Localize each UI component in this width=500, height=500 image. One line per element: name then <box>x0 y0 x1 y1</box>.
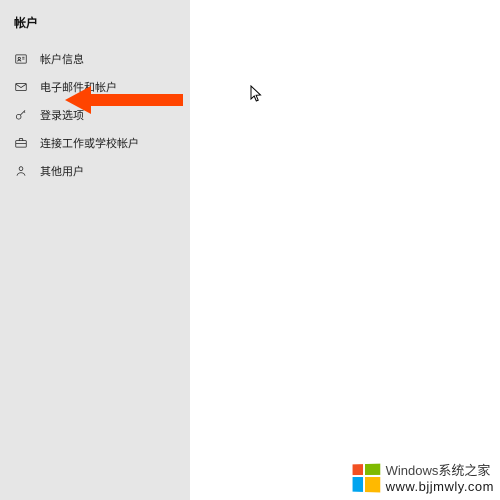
sidebar-item-signin-options[interactable]: 登录选项 <box>0 101 190 129</box>
watermark-brand: Windows <box>386 463 439 478</box>
person-icon <box>14 164 28 178</box>
briefcase-icon <box>14 136 28 150</box>
watermark: Windows系统之家 www.bjjmwly.com <box>352 460 494 494</box>
mail-icon <box>14 80 28 94</box>
sidebar-item-label: 电子邮件和帐户 <box>40 79 117 95</box>
key-icon <box>14 108 28 122</box>
main-content <box>190 0 500 500</box>
sidebar-item-label: 登录选项 <box>40 107 84 123</box>
sidebar-item-label: 其他用户 <box>40 163 84 179</box>
sidebar-item-email-accounts[interactable]: 电子邮件和帐户 <box>0 73 190 101</box>
sidebar-item-work-school[interactable]: 连接工作或学校帐户 <box>0 129 190 157</box>
id-card-icon <box>14 52 28 66</box>
windows-logo-icon <box>352 464 378 491</box>
sidebar-item-label: 连接工作或学校帐户 <box>40 135 139 151</box>
watermark-url: www.bjjmwly.com <box>386 479 494 494</box>
sidebar-item-account-info[interactable]: 帐户信息 <box>0 45 190 73</box>
sidebar-item-other-users[interactable]: 其他用户 <box>0 157 190 185</box>
accounts-sidebar: 帐户 帐户信息 电子邮件和帐户 登录选项 连接工作或学校帐户 其他用户 <box>0 0 190 500</box>
watermark-text: Windows系统之家 www.bjjmwly.com <box>386 460 494 494</box>
watermark-suffix: 系统之家 <box>438 463 490 478</box>
sidebar-item-label: 帐户信息 <box>40 51 84 67</box>
sidebar-title: 帐户 <box>0 10 190 45</box>
mouse-cursor-icon <box>250 85 262 103</box>
